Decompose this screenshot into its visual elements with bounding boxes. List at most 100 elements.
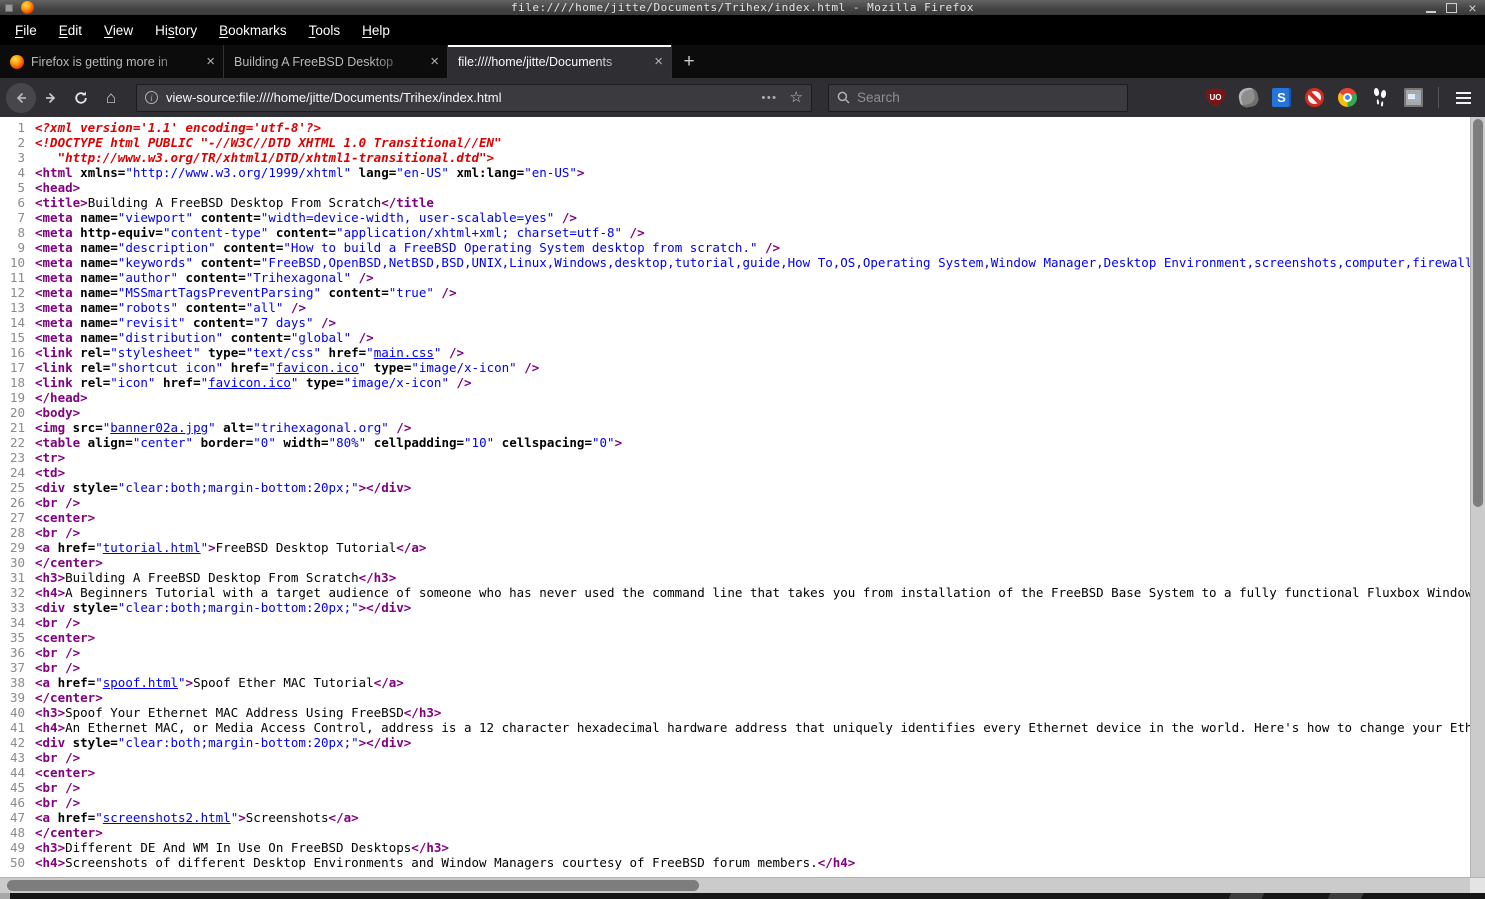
menu-view[interactable]: View [93, 23, 144, 38]
line-number: 30 [0, 555, 35, 570]
window-title: file:////home/jitte/Documents/Trihex/ind… [0, 1, 1485, 14]
page-info-icon[interactable]: i [145, 91, 158, 104]
source-token: "text/css" [246, 345, 321, 360]
url-text[interactable]: view-source:file:////home/jitte/Document… [166, 90, 761, 105]
source-token: <br /> [35, 615, 80, 630]
source-token: <center> [35, 765, 95, 780]
source-token: "MSSmartTagsPreventParsing" [118, 285, 321, 300]
maximize-button[interactable] [1445, 2, 1458, 13]
source-link[interactable]: spoof.html [103, 675, 178, 690]
source-token: > [186, 675, 194, 690]
footprints-icon[interactable] [1371, 88, 1390, 107]
screenshot-tool-icon[interactable] [1404, 88, 1423, 107]
bookmark-star-icon[interactable]: ☆ [790, 90, 803, 105]
source-line-50: 50<h4>Screenshots of different Desktop E… [0, 855, 1470, 870]
source-token: <title> [35, 195, 88, 210]
horizontal-scrollbar[interactable] [0, 877, 1485, 893]
menu-history[interactable]: History [144, 23, 208, 38]
source-line-18: 18<link rel="icon" href="favicon.ico" ty… [0, 375, 1470, 390]
source-token: "image/x-icon" [344, 375, 449, 390]
source-token: "7 days" [253, 315, 313, 330]
forward-button[interactable] [36, 83, 66, 113]
source-token: "image/x-icon" [411, 360, 516, 375]
search-placeholder: Search [857, 90, 900, 105]
source-link[interactable]: favicon.ico [276, 360, 359, 375]
source-token: /> [622, 225, 645, 240]
line-number: 45 [0, 780, 35, 795]
source-token: href= [50, 675, 95, 690]
menu-edit[interactable]: Edit [48, 23, 93, 38]
tab-1[interactable]: Firefox is getting more in× [0, 45, 224, 78]
line-number: 47 [0, 810, 35, 825]
privacy-badger-icon[interactable] [1237, 86, 1260, 109]
source-token: > [208, 540, 216, 555]
source-token: /> [441, 345, 464, 360]
source-link[interactable]: screenshots2.html [103, 810, 231, 825]
source-token: content= [193, 255, 261, 270]
line-number: 49 [0, 840, 35, 855]
horizontal-scrollbar-thumb[interactable] [7, 880, 699, 891]
source-token: <h4> [35, 720, 65, 735]
menu-file[interactable]: File [4, 23, 48, 38]
source-line-40: 40<h3>Spoof Your Ethernet MAC Address Us… [0, 705, 1470, 720]
source-token: <meta [35, 240, 73, 255]
back-button[interactable] [6, 83, 36, 113]
source-line-20: 20<body> [0, 405, 1470, 420]
vertical-scrollbar[interactable] [1470, 117, 1485, 877]
home-button[interactable]: ⌂ [96, 83, 126, 113]
tab-title: Building A FreeBSD Desktop [234, 55, 424, 69]
source-link[interactable]: banner02a.jpg [110, 420, 208, 435]
tab-close-icon[interactable]: × [430, 53, 439, 70]
minimize-button[interactable] [1424, 2, 1437, 13]
tab-3-active[interactable]: file:////home/jitte/Documents × [448, 45, 672, 78]
firefox-favicon-icon [10, 55, 24, 69]
tab-2[interactable]: Building A FreeBSD Desktop × [224, 45, 448, 78]
source-token: "keywords" [118, 255, 193, 270]
menu-hamburger-icon[interactable] [1447, 83, 1479, 113]
source-code: 1<?xml version='1.1' encoding='utf-8'?>2… [0, 117, 1485, 877]
source-token: /> [434, 285, 457, 300]
window-titlebar: file:////home/jitte/Documents/Trihex/ind… [0, 0, 1485, 15]
source-link[interactable]: tutorial.html [103, 540, 201, 555]
line-number: 24 [0, 465, 35, 480]
source-token: </h4> [818, 855, 856, 870]
source-token: <body> [35, 405, 80, 420]
url-bar[interactable]: i view-source:file:////home/jitte/Docume… [136, 84, 812, 112]
vertical-scrollbar-thumb[interactable] [1473, 119, 1483, 507]
source-line-12: 12<meta name="MSSmartTagsPreventParsing"… [0, 285, 1470, 300]
search-icon [837, 91, 850, 104]
menu-tools[interactable]: Tools [298, 23, 352, 38]
toolbar-separator [1438, 87, 1439, 108]
content-blocker-icon[interactable] [1305, 88, 1324, 107]
source-token: <br /> [35, 645, 80, 660]
line-number: 23 [0, 450, 35, 465]
new-tab-button[interactable]: + [672, 45, 706, 78]
menu-help[interactable]: Help [351, 23, 401, 38]
user-agent-switcher-icon[interactable] [1338, 88, 1357, 107]
line-number: 48 [0, 825, 35, 840]
page-actions-icon[interactable]: ••• [761, 92, 777, 104]
menu-bookmarks[interactable]: Bookmarks [208, 23, 298, 38]
source-token: "en-US" [396, 165, 449, 180]
line-number: 41 [0, 720, 35, 735]
source-token: rel= [73, 360, 111, 375]
ublock-origin-icon[interactable]: UO [1206, 88, 1225, 107]
tab-title: file:////home/jitte/Documents [458, 55, 648, 69]
source-line-46: 46<br /> [0, 795, 1470, 810]
source-link[interactable]: favicon.ico [208, 375, 291, 390]
source-line-10: 10<meta name="keywords" content="FreeBSD… [0, 255, 1470, 270]
search-bar[interactable]: Search [828, 84, 1128, 112]
tab-close-icon[interactable]: × [206, 53, 215, 70]
source-token: > [577, 165, 585, 180]
line-number: 2 [0, 135, 35, 150]
line-number: 38 [0, 675, 35, 690]
reload-button[interactable] [66, 83, 96, 113]
source-token: http-equiv= [73, 225, 163, 240]
close-button[interactable]: × [1466, 2, 1479, 13]
stylus-icon[interactable]: S [1272, 88, 1291, 107]
source-line-25: 25<div style="clear:both;margin-bottom:2… [0, 480, 1470, 495]
source-link[interactable]: main.css [374, 345, 434, 360]
source-token: Spoof Ether MAC Tutorial [193, 675, 374, 690]
tab-close-icon[interactable]: × [654, 53, 663, 70]
source-token: </center> [35, 690, 103, 705]
